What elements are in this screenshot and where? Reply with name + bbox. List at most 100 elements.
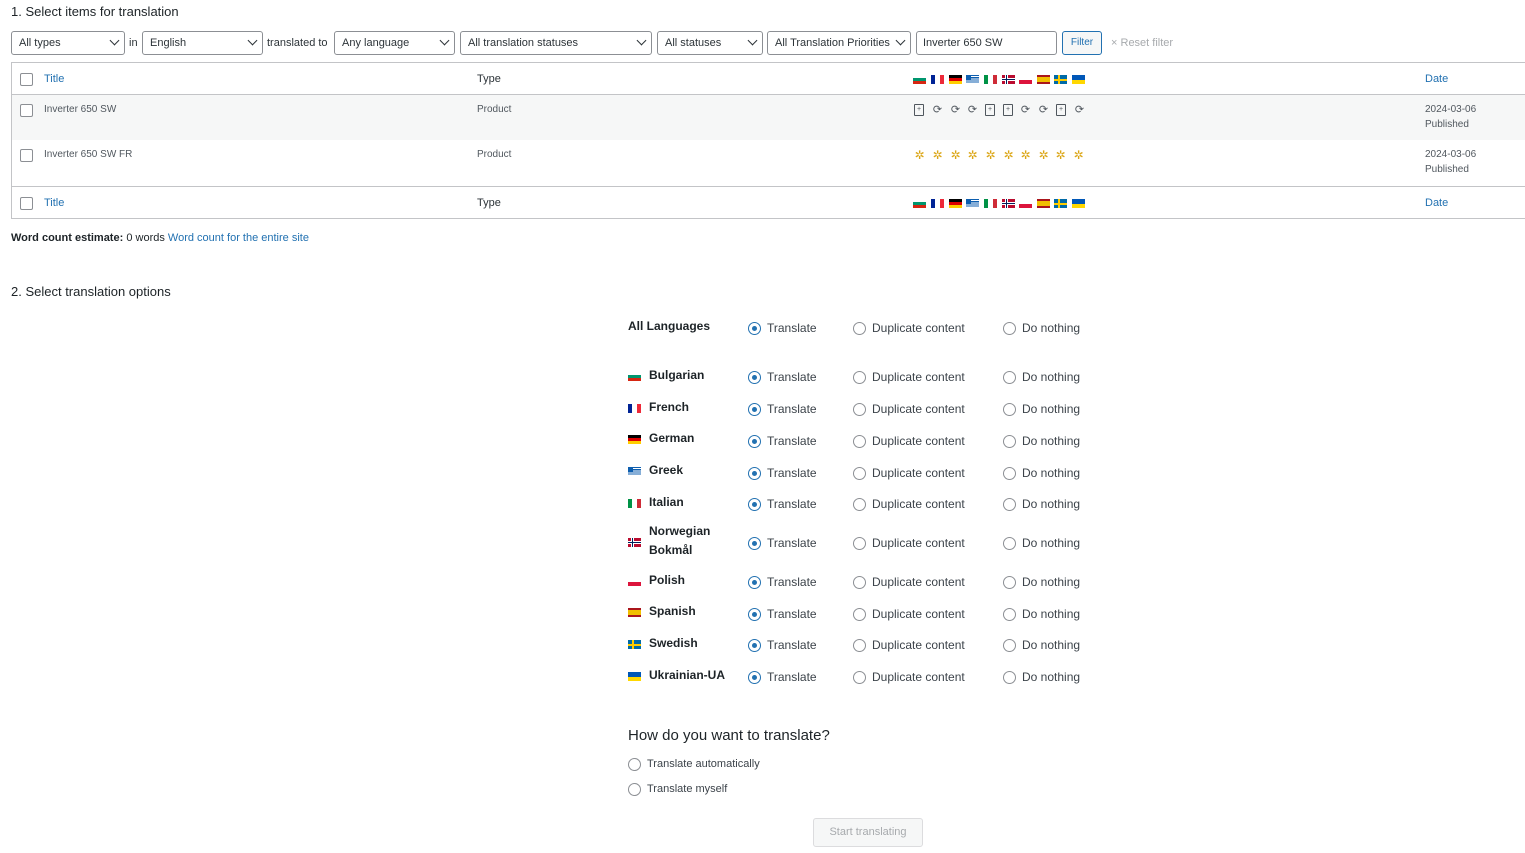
- section-title-translation-options: 2. Select translation options: [11, 284, 171, 299]
- german-nothing-radio[interactable]: [1003, 435, 1016, 448]
- translate-myself-label[interactable]: Translate myself: [647, 783, 727, 795]
- in-progress-icon[interactable]: ✲: [966, 149, 979, 162]
- all-translate-radio[interactable]: [748, 322, 761, 335]
- swedish-nothing-radio[interactable]: [1003, 639, 1016, 652]
- french-duplicate-radio[interactable]: [853, 403, 866, 416]
- italian-duplicate-radio[interactable]: [853, 498, 866, 511]
- in-progress-icon[interactable]: ✲: [931, 149, 944, 162]
- type-filter-select[interactable]: All types: [11, 31, 125, 55]
- refresh-icon[interactable]: ⟳: [931, 104, 944, 117]
- in-progress-icon[interactable]: ✲: [984, 149, 997, 162]
- translate-label: Translate: [767, 575, 817, 589]
- ukrainian-flag-icon: [1072, 75, 1085, 84]
- refresh-icon[interactable]: ⟳: [966, 104, 979, 117]
- duplicate-icon[interactable]: +: [914, 104, 924, 116]
- row-date: 2024-03-06 Published: [1425, 147, 1476, 177]
- all-duplicate-radio[interactable]: [853, 322, 866, 335]
- in-progress-icon[interactable]: ✲: [1072, 149, 1085, 162]
- filter-button[interactable]: Filter: [1062, 31, 1102, 55]
- in-progress-icon[interactable]: ✲: [913, 149, 926, 162]
- row-type: Product: [477, 149, 512, 160]
- word-count-estimate: Word count estimate: 0 words Word count …: [11, 232, 309, 244]
- items-table: [11, 62, 1525, 219]
- norwegian-flag-icon: [1002, 75, 1015, 84]
- polish-flag-icon: [628, 577, 641, 586]
- select-all-checkbox[interactable]: [20, 73, 33, 86]
- nothing-label: Do nothing: [1022, 670, 1081, 684]
- french-nothing-radio[interactable]: [1003, 403, 1016, 416]
- greek-translate-radio[interactable]: [748, 467, 761, 480]
- bulgarian-nothing-radio[interactable]: [1003, 371, 1016, 384]
- source-language-select[interactable]: English: [142, 31, 263, 55]
- polish-nothing-radio[interactable]: [1003, 576, 1016, 589]
- translate-automatically-radio[interactable]: [628, 758, 641, 771]
- in-progress-icon[interactable]: ✲: [1054, 149, 1067, 162]
- ukrainian-nothing-radio[interactable]: [1003, 671, 1016, 684]
- translate-myself-radio[interactable]: [628, 783, 641, 796]
- column-date-sort[interactable]: Date: [1425, 73, 1448, 85]
- row-date-value: 2024-03-06: [1425, 149, 1477, 160]
- type-filter-value: All types: [19, 37, 61, 49]
- swedish-duplicate-radio[interactable]: [853, 639, 866, 652]
- polish-duplicate-radio[interactable]: [853, 576, 866, 589]
- row-checkbox[interactable]: [20, 149, 33, 162]
- priority-value: All Translation Priorities: [775, 37, 890, 49]
- duplicate-label: Duplicate content: [872, 536, 965, 550]
- duplicate-icon[interactable]: +: [1056, 104, 1066, 116]
- swedish-flag-icon: [1054, 199, 1067, 208]
- section-title-select-items: 1. Select items for translation: [11, 4, 179, 19]
- in-progress-icon[interactable]: ✲: [1002, 149, 1015, 162]
- polish-translate-radio[interactable]: [748, 576, 761, 589]
- german-flag-icon: [628, 435, 641, 444]
- french-translate-radio[interactable]: [748, 403, 761, 416]
- search-input[interactable]: Inverter 650 SW: [916, 31, 1057, 55]
- all-nothing-label: Do nothing: [1022, 321, 1081, 335]
- greek-duplicate-radio[interactable]: [853, 467, 866, 480]
- in-progress-icon[interactable]: ✲: [1019, 149, 1032, 162]
- nothing-label: Do nothing: [1022, 536, 1081, 550]
- ukrainian-duplicate-radio[interactable]: [853, 671, 866, 684]
- column-title-sort[interactable]: Title: [44, 73, 64, 85]
- translation-status-select[interactable]: All translation statuses: [460, 31, 652, 55]
- refresh-icon[interactable]: ⟳: [1073, 104, 1086, 117]
- start-translating-button[interactable]: Start translating: [813, 818, 923, 847]
- german-translate-radio[interactable]: [748, 435, 761, 448]
- target-language-select[interactable]: Any language: [334, 31, 455, 55]
- translate-automatically-label[interactable]: Translate automatically: [647, 758, 760, 770]
- word-count-site-link[interactable]: Word count for the entire site: [168, 232, 309, 244]
- in-progress-icon[interactable]: ✲: [949, 149, 962, 162]
- refresh-icon[interactable]: ⟳: [949, 104, 962, 117]
- status-select[interactable]: All statuses: [657, 31, 763, 55]
- bulgarian-duplicate-radio[interactable]: [853, 371, 866, 384]
- spanish-duplicate-radio[interactable]: [853, 608, 866, 621]
- greek-nothing-radio[interactable]: [1003, 467, 1016, 480]
- german-duplicate-radio[interactable]: [853, 435, 866, 448]
- spanish-translate-radio[interactable]: [748, 608, 761, 621]
- italian-nothing-radio[interactable]: [1003, 498, 1016, 511]
- refresh-icon[interactable]: ⟳: [1019, 104, 1032, 117]
- duplicate-icon[interactable]: +: [1003, 104, 1013, 116]
- spanish-nothing-radio[interactable]: [1003, 608, 1016, 621]
- italian-flag-icon: [984, 199, 997, 208]
- row-title[interactable]: Inverter 650 SW FR: [44, 149, 132, 160]
- refresh-icon[interactable]: ⟳: [1037, 104, 1050, 117]
- row-checkbox[interactable]: [20, 104, 33, 117]
- language-label: Spanish: [649, 604, 696, 618]
- norwegian-nothing-radio[interactable]: [1003, 537, 1016, 550]
- in-progress-icon[interactable]: ✲: [1037, 149, 1050, 162]
- ukrainian-translate-radio[interactable]: [748, 671, 761, 684]
- all-nothing-radio[interactable]: [1003, 322, 1016, 335]
- column-date-sort-footer[interactable]: Date: [1425, 197, 1448, 209]
- row-title[interactable]: Inverter 650 SW: [44, 104, 116, 115]
- norwegian-duplicate-radio[interactable]: [853, 537, 866, 550]
- select-all-checkbox-footer[interactable]: [20, 197, 33, 210]
- reset-filter-link[interactable]: × Reset filter: [1111, 37, 1173, 49]
- chevron-down-icon: [247, 35, 258, 46]
- italian-translate-radio[interactable]: [748, 498, 761, 511]
- duplicate-icon[interactable]: +: [985, 104, 995, 116]
- column-title-sort-footer[interactable]: Title: [44, 197, 64, 209]
- swedish-translate-radio[interactable]: [748, 639, 761, 652]
- priority-select[interactable]: All Translation Priorities: [767, 31, 911, 55]
- norwegian-translate-radio[interactable]: [748, 537, 761, 550]
- bulgarian-translate-radio[interactable]: [748, 371, 761, 384]
